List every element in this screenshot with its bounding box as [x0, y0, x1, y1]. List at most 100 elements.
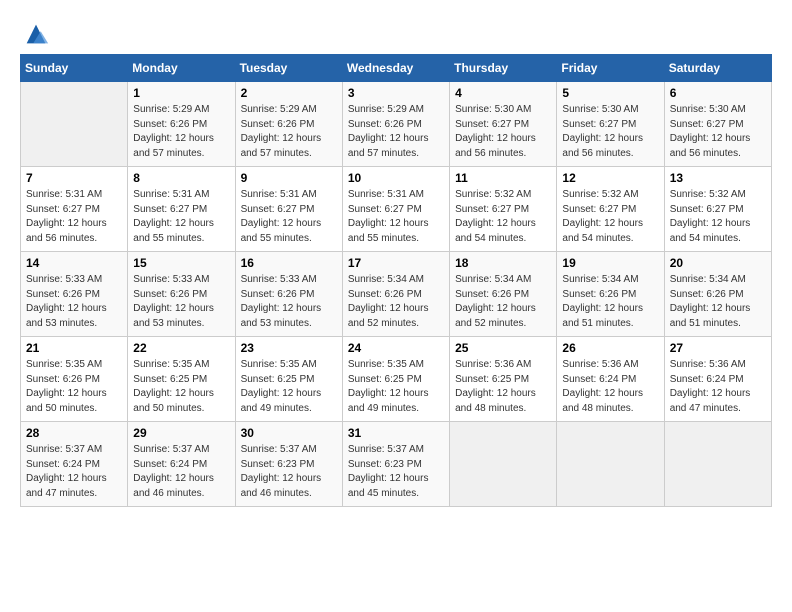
calendar-cell: 14 Sunrise: 5:33 AM Sunset: 6:26 PM Dayli…: [21, 252, 128, 337]
day-info: Sunrise: 5:35 AM Sunset: 6:25 PM Dayligh…: [348, 358, 444, 416]
calendar-cell: 26 Sunrise: 5:36 AM Sunset: 6:24 PM Dayli…: [557, 337, 664, 422]
day-info: Sunrise: 5:32 AM Sunset: 6:27 PM Dayligh…: [562, 188, 658, 246]
day-number: 9: [241, 171, 337, 185]
calendar-cell: 27 Sunrise: 5:36 AM Sunset: 6:24 PM Dayli…: [664, 337, 771, 422]
header-tuesday: Tuesday: [235, 55, 342, 82]
day-number: 10: [348, 171, 444, 185]
day-info: Sunrise: 5:29 AM Sunset: 6:26 PM Dayligh…: [133, 103, 229, 161]
calendar-cell: 1 Sunrise: 5:29 AM Sunset: 6:26 PM Daylig…: [128, 82, 235, 167]
day-info: Sunrise: 5:32 AM Sunset: 6:27 PM Dayligh…: [455, 188, 551, 246]
day-info: Sunrise: 5:31 AM Sunset: 6:27 PM Dayligh…: [133, 188, 229, 246]
day-number: 4: [455, 86, 551, 100]
day-number: 2: [241, 86, 337, 100]
calendar-cell: 6 Sunrise: 5:30 AM Sunset: 6:27 PM Daylig…: [664, 82, 771, 167]
day-number: 19: [562, 256, 658, 270]
day-info: Sunrise: 5:36 AM Sunset: 6:24 PM Dayligh…: [670, 358, 766, 416]
day-info: Sunrise: 5:33 AM Sunset: 6:26 PM Dayligh…: [26, 273, 122, 331]
day-info: Sunrise: 5:29 AM Sunset: 6:26 PM Dayligh…: [348, 103, 444, 161]
day-info: Sunrise: 5:30 AM Sunset: 6:27 PM Dayligh…: [670, 103, 766, 161]
day-info: Sunrise: 5:31 AM Sunset: 6:27 PM Dayligh…: [348, 188, 444, 246]
header-monday: Monday: [128, 55, 235, 82]
day-number: 20: [670, 256, 766, 270]
calendar-cell: 21 Sunrise: 5:35 AM Sunset: 6:26 PM Dayli…: [21, 337, 128, 422]
calendar-cell: 24 Sunrise: 5:35 AM Sunset: 6:25 PM Dayli…: [342, 337, 449, 422]
day-info: Sunrise: 5:31 AM Sunset: 6:27 PM Dayligh…: [241, 188, 337, 246]
day-number: 28: [26, 426, 122, 440]
day-info: Sunrise: 5:37 AM Sunset: 6:24 PM Dayligh…: [26, 443, 122, 501]
calendar-cell: 29Sunrise: 5:37 AM Sunset: 6:24 PM Dayli…: [128, 422, 235, 507]
calendar-cell: 31Sunrise: 5:37 AM Sunset: 6:23 PM Dayli…: [342, 422, 449, 507]
calendar-cell: 4 Sunrise: 5:30 AM Sunset: 6:27 PM Daylig…: [450, 82, 557, 167]
day-number: 11: [455, 171, 551, 185]
day-number: 27: [670, 341, 766, 355]
week-row-1: 1 Sunrise: 5:29 AM Sunset: 6:26 PM Daylig…: [21, 82, 772, 167]
logo: [20, 20, 50, 48]
day-info: Sunrise: 5:34 AM Sunset: 6:26 PM Dayligh…: [348, 273, 444, 331]
header-row: SundayMondayTuesdayWednesdayThursdayFrid…: [21, 55, 772, 82]
calendar-cell: 2 Sunrise: 5:29 AM Sunset: 6:26 PM Daylig…: [235, 82, 342, 167]
calendar-cell: 5 Sunrise: 5:30 AM Sunset: 6:27 PM Daylig…: [557, 82, 664, 167]
calendar-cell: 3 Sunrise: 5:29 AM Sunset: 6:26 PM Daylig…: [342, 82, 449, 167]
header-sunday: Sunday: [21, 55, 128, 82]
day-number: 22: [133, 341, 229, 355]
day-number: 6: [670, 86, 766, 100]
day-info: Sunrise: 5:36 AM Sunset: 6:25 PM Dayligh…: [455, 358, 551, 416]
day-number: 16: [241, 256, 337, 270]
day-number: 14: [26, 256, 122, 270]
day-number: 21: [26, 341, 122, 355]
day-number: 30: [241, 426, 337, 440]
day-number: 23: [241, 341, 337, 355]
calendar-cell: [664, 422, 771, 507]
day-info: Sunrise: 5:35 AM Sunset: 6:25 PM Dayligh…: [133, 358, 229, 416]
calendar-cell: 20 Sunrise: 5:34 AM Sunset: 6:26 PM Dayli…: [664, 252, 771, 337]
day-info: Sunrise: 5:29 AM Sunset: 6:26 PM Dayligh…: [241, 103, 337, 161]
calendar-cell: 15Sunrise: 5:33 AM Sunset: 6:26 PM Dayli…: [128, 252, 235, 337]
day-number: 13: [670, 171, 766, 185]
day-number: 1: [133, 86, 229, 100]
day-number: 18: [455, 256, 551, 270]
week-row-2: 7 Sunrise: 5:31 AM Sunset: 6:27 PM Daylig…: [21, 167, 772, 252]
calendar-cell: 30 Sunrise: 5:37 AM Sunset: 6:23 PM Dayli…: [235, 422, 342, 507]
day-info: Sunrise: 5:30 AM Sunset: 6:27 PM Dayligh…: [562, 103, 658, 161]
day-number: 24: [348, 341, 444, 355]
header-friday: Friday: [557, 55, 664, 82]
day-number: 15: [133, 256, 229, 270]
logo-icon: [22, 20, 50, 48]
day-number: 3: [348, 86, 444, 100]
day-number: 8: [133, 171, 229, 185]
day-number: 26: [562, 341, 658, 355]
calendar-cell: 17Sunrise: 5:34 AM Sunset: 6:26 PM Dayli…: [342, 252, 449, 337]
header-saturday: Saturday: [664, 55, 771, 82]
day-info: Sunrise: 5:35 AM Sunset: 6:26 PM Dayligh…: [26, 358, 122, 416]
calendar-cell: 22 Sunrise: 5:35 AM Sunset: 6:25 PM Dayli…: [128, 337, 235, 422]
day-info: Sunrise: 5:37 AM Sunset: 6:23 PM Dayligh…: [241, 443, 337, 501]
calendar-table: SundayMondayTuesdayWednesdayThursdayFrid…: [20, 54, 772, 507]
calendar-cell: 10 Sunrise: 5:31 AM Sunset: 6:27 PM Dayli…: [342, 167, 449, 252]
day-info: Sunrise: 5:34 AM Sunset: 6:26 PM Dayligh…: [670, 273, 766, 331]
day-info: Sunrise: 5:30 AM Sunset: 6:27 PM Dayligh…: [455, 103, 551, 161]
header-thursday: Thursday: [450, 55, 557, 82]
calendar-cell: 13Sunrise: 5:32 AM Sunset: 6:27 PM Dayli…: [664, 167, 771, 252]
calendar-cell: [557, 422, 664, 507]
day-info: Sunrise: 5:33 AM Sunset: 6:26 PM Dayligh…: [241, 273, 337, 331]
day-info: Sunrise: 5:31 AM Sunset: 6:27 PM Dayligh…: [26, 188, 122, 246]
calendar-cell: [450, 422, 557, 507]
day-number: 7: [26, 171, 122, 185]
day-number: 5: [562, 86, 658, 100]
calendar-cell: [21, 82, 128, 167]
header-wednesday: Wednesday: [342, 55, 449, 82]
day-info: Sunrise: 5:34 AM Sunset: 6:26 PM Dayligh…: [562, 273, 658, 331]
day-number: 29: [133, 426, 229, 440]
calendar-cell: 25Sunrise: 5:36 AM Sunset: 6:25 PM Dayli…: [450, 337, 557, 422]
day-number: 31: [348, 426, 444, 440]
calendar-cell: 19 Sunrise: 5:34 AM Sunset: 6:26 PM Dayli…: [557, 252, 664, 337]
week-row-3: 14 Sunrise: 5:33 AM Sunset: 6:26 PM Dayli…: [21, 252, 772, 337]
day-info: Sunrise: 5:36 AM Sunset: 6:24 PM Dayligh…: [562, 358, 658, 416]
week-row-4: 21 Sunrise: 5:35 AM Sunset: 6:26 PM Dayli…: [21, 337, 772, 422]
calendar-cell: 18Sunrise: 5:34 AM Sunset: 6:26 PM Dayli…: [450, 252, 557, 337]
calendar-cell: 8 Sunrise: 5:31 AM Sunset: 6:27 PM Daylig…: [128, 167, 235, 252]
calendar-cell: 11 Sunrise: 5:32 AM Sunset: 6:27 PM Dayli…: [450, 167, 557, 252]
calendar-cell: 9 Sunrise: 5:31 AM Sunset: 6:27 PM Daylig…: [235, 167, 342, 252]
page-header: [20, 20, 772, 48]
week-row-5: 28 Sunrise: 5:37 AM Sunset: 6:24 PM Dayli…: [21, 422, 772, 507]
